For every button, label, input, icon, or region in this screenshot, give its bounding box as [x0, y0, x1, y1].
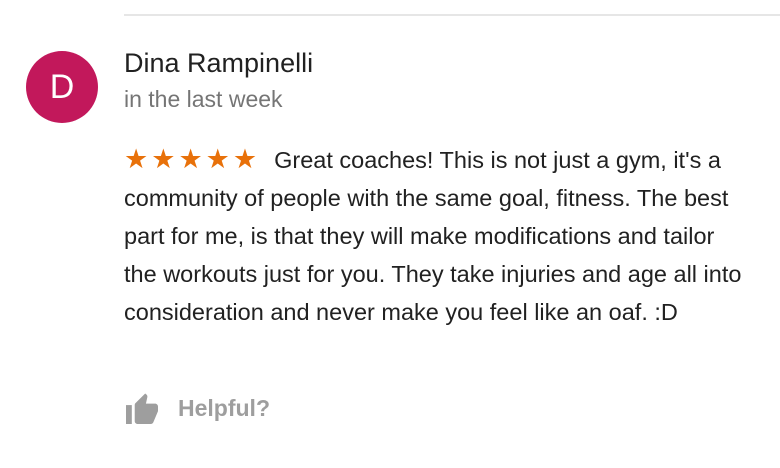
avatar[interactable]: D	[26, 51, 98, 123]
star-icon: ★	[151, 144, 177, 174]
star-icon: ★	[232, 144, 259, 174]
star-icon: ★	[178, 144, 204, 174]
star-rating: ★★★★★	[124, 141, 260, 179]
helpful-button[interactable]: Helpful?	[124, 392, 270, 424]
review-body: ★★★★★ Great coaches! This is not just a g…	[124, 141, 744, 331]
author-name[interactable]: Dina Rampinelli	[124, 48, 313, 79]
avatar-initial: D	[49, 67, 75, 106]
star-icon: ★	[205, 144, 231, 174]
divider	[124, 14, 780, 16]
star-icon: ★	[124, 144, 150, 174]
helpful-label: Helpful?	[178, 394, 270, 421]
review-card: D Dina Rampinelli in the last week ★★★★★…	[0, 0, 780, 468]
thumbs-up-icon	[126, 393, 158, 424]
review-date: in the last week	[124, 86, 283, 112]
